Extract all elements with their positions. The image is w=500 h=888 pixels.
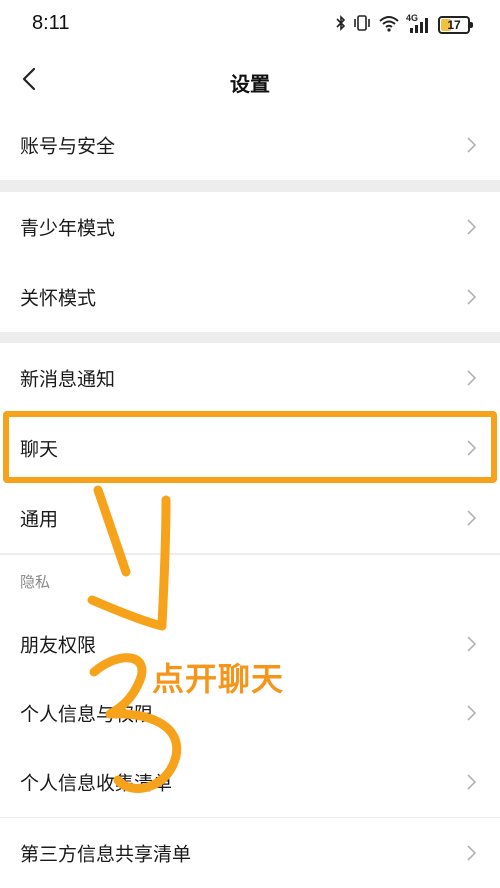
- menu-item-label: 关怀模式: [20, 287, 97, 310]
- chevron-right-icon: [467, 845, 477, 861]
- menu-item-notifications[interactable]: 新消息通知: [0, 343, 500, 413]
- page-title: 设置: [230, 72, 270, 96]
- status-time: 8:11: [32, 12, 70, 34]
- menu-item-label: 青少年模式: [20, 217, 116, 240]
- menu-item-general[interactable]: 通用: [0, 483, 500, 553]
- status-bar: 8:11 4G 17: [0, 0, 500, 52]
- chevron-right-icon: [467, 137, 477, 153]
- menu-item-teen-mode[interactable]: 青少年模式: [0, 192, 500, 262]
- menu-item-label: 个人信息收集清单: [20, 772, 173, 795]
- menu-item-personal-info-permissions[interactable]: 个人信息与权限: [0, 678, 500, 748]
- menu-item-label: 账号与安全: [20, 135, 116, 158]
- chevron-right-icon: [467, 636, 477, 652]
- menu-item-third-party-sharing[interactable]: 第三方信息共享清单: [0, 818, 500, 888]
- menu-item-care-mode[interactable]: 关怀模式: [0, 262, 500, 332]
- menu-item-label: 第三方信息共享清单: [20, 843, 192, 866]
- menu-item-personal-info-collection[interactable]: 个人信息收集清单: [0, 747, 500, 817]
- menu-item-label: 朋友权限: [20, 634, 97, 657]
- menu-item-account-security[interactable]: 账号与安全: [0, 110, 500, 180]
- menu-item-label: 新消息通知: [20, 368, 116, 391]
- section-header-label: 隐私: [20, 573, 51, 591]
- chevron-right-icon: [467, 219, 477, 235]
- battery-level-text: 17: [447, 18, 461, 32]
- cellular-signal-icon: 4G: [406, 13, 432, 35]
- menu-item-friend-permissions[interactable]: 朋友权限: [0, 609, 500, 679]
- chevron-right-icon: [467, 370, 477, 386]
- chevron-right-icon: [467, 440, 477, 456]
- chevron-right-icon: [467, 289, 477, 305]
- menu-item-label: 通用: [20, 508, 59, 531]
- bluetooth-icon: [336, 14, 346, 36]
- menu-item-label: 聊天: [20, 438, 59, 461]
- chevron-right-icon: [467, 510, 477, 526]
- wifi-icon: [378, 14, 400, 36]
- chevron-right-icon: [467, 705, 477, 721]
- section-header-privacy: 隐私: [0, 555, 500, 615]
- battery-icon: 17: [438, 16, 473, 34]
- chevron-right-icon: [467, 774, 477, 790]
- status-icons: 4G 17: [336, 13, 473, 36]
- menu-item-label: 个人信息与权限: [20, 703, 154, 726]
- vibrate-icon: [352, 14, 372, 36]
- nav-bar: 设置: [0, 52, 500, 110]
- menu-item-chat[interactable]: 聊天: [0, 413, 500, 483]
